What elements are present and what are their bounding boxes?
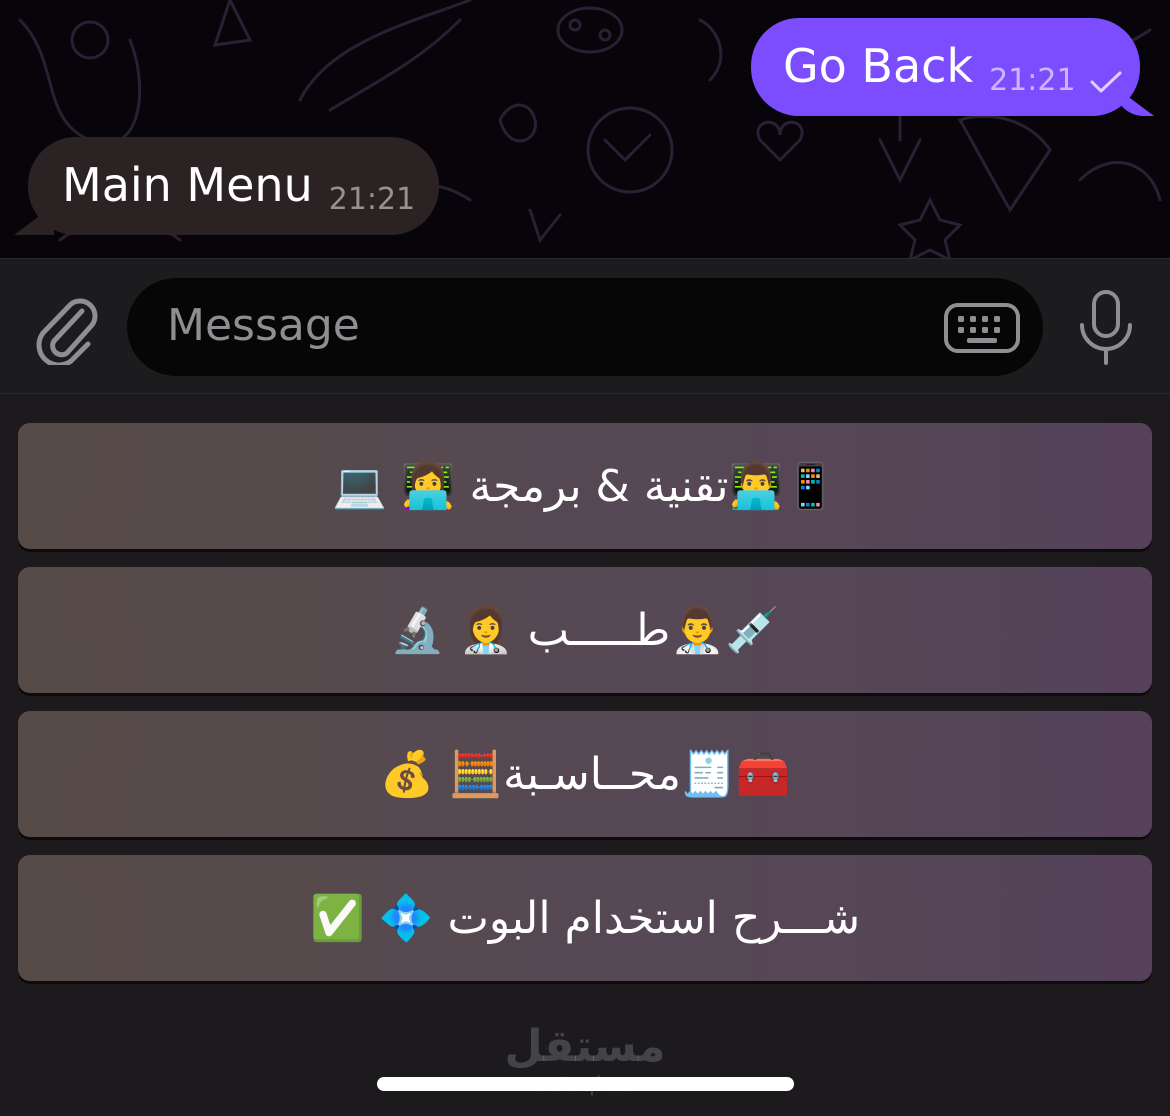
reply-keyboard: 📱👨‍💻تقنية & برمجة 👩‍💻 💻 💉👨‍⚕️طـــــب 👩‍⚕… xyxy=(0,394,1170,1116)
message-input-bar: Message xyxy=(0,258,1170,394)
home-indicator[interactable] xyxy=(377,1077,794,1091)
microphone-icon[interactable] xyxy=(1076,289,1136,367)
reply-button-accounting[interactable]: 🧰🧾محــاسـبة🧮 💰 xyxy=(18,711,1152,837)
single-check-icon xyxy=(1090,71,1122,92)
message-placeholder: Message xyxy=(167,300,360,351)
reply-button-tech-programming[interactable]: 📱👨‍💻تقنية & برمجة 👩‍💻 💻 xyxy=(18,423,1152,549)
outgoing-message-bubble[interactable]: Go Back 21:21 xyxy=(751,18,1140,116)
reply-button-label: 🧰🧾محــاسـبة🧮 💰 xyxy=(379,749,791,800)
reply-button-label: 📱👨‍💻تقنية & برمجة 👩‍💻 💻 xyxy=(331,461,839,512)
incoming-message-text: Main Menu xyxy=(62,158,313,212)
incoming-message-time: 21:21 xyxy=(328,182,416,217)
watermark-logo: مستقل xyxy=(504,1021,666,1072)
paperclip-icon[interactable] xyxy=(30,289,100,365)
reply-button-medicine[interactable]: 💉👨‍⚕️طـــــب 👩‍⚕️ 🔬 xyxy=(18,567,1152,693)
chat-area: Go Back 21:21 Main Menu 21:21 xyxy=(0,0,1170,258)
incoming-message-bubble[interactable]: Main Menu 21:21 xyxy=(28,137,439,235)
outgoing-message-text: Go Back xyxy=(783,39,974,93)
outgoing-time-label: 21:21 xyxy=(989,63,1076,98)
keyboard-icon[interactable] xyxy=(943,302,1021,354)
reply-button-bot-guide[interactable]: شـــرح استخدام البوت 💠 ✅ xyxy=(18,855,1152,981)
reply-button-label: 💉👨‍⚕️طـــــب 👩‍⚕️ 🔬 xyxy=(390,605,780,656)
message-input[interactable]: Message xyxy=(127,278,1043,376)
reply-button-label: شـــرح استخدام البوت 💠 ✅ xyxy=(309,893,861,944)
outgoing-message-time: 21:21 xyxy=(989,63,1123,116)
